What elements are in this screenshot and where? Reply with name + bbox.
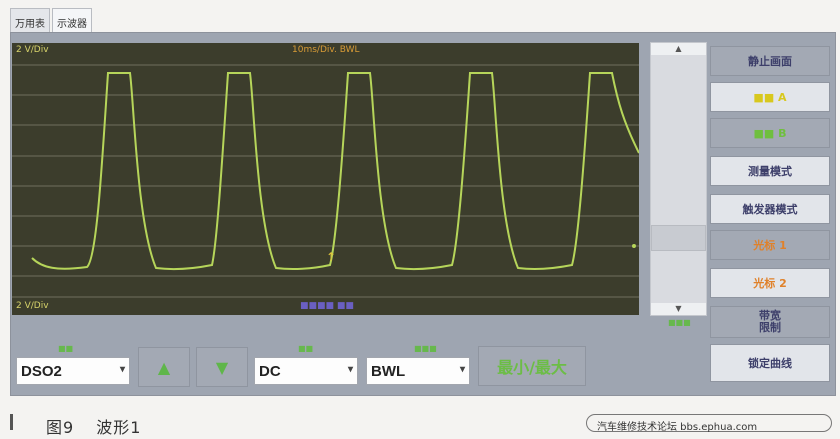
measure-mode-button[interactable]: 测量模式 <box>710 156 830 186</box>
caption-marker <box>10 414 13 430</box>
scale-up-button[interactable]: ▲ <box>138 347 190 387</box>
figure-title: 波形1 <box>96 418 142 437</box>
scale-down-button[interactable]: ▼ <box>196 347 248 387</box>
figure-caption: 图9 波形1 <box>46 414 157 438</box>
channel-select[interactable]: DSO2 ▾ <box>16 357 130 385</box>
bandwidth-select[interactable]: BWL ▾ <box>366 357 470 385</box>
channel-scale-top: 2 V/Div <box>16 45 49 55</box>
min-max-button[interactable]: 最小/最大 <box>478 346 586 386</box>
trigger-mode-button[interactable]: 触发器模式 <box>710 194 830 224</box>
chevron-down-icon: ▾ <box>459 364 465 375</box>
bandwidth-select-value: BWL <box>371 363 406 380</box>
coupling-select-value: DC <box>259 363 281 380</box>
cursor-1-button[interactable]: 光标 1 <box>710 230 830 260</box>
lock-curve-button[interactable]: 锁定曲线 <box>710 344 830 382</box>
channel-select-label: ■■ <box>58 344 74 353</box>
figure-number: 图9 <box>46 418 75 437</box>
timebase-label: 10ms/Div. BWL <box>292 45 360 55</box>
waveform-display: ↑ <box>12 64 639 298</box>
vertical-scrollbar[interactable]: ▲ ▼ <box>650 42 707 316</box>
cursor-2-button[interactable]: 光标 2 <box>710 268 830 298</box>
watermark: 汽车维修技术论坛 bbs.ephua.com <box>586 414 832 433</box>
scroll-thumb[interactable] <box>651 225 706 251</box>
chevron-down-icon: ▾ <box>119 364 125 375</box>
tab-oscilloscope[interactable]: 示波器 <box>52 8 92 33</box>
scroll-caption: ■■■ <box>668 318 691 327</box>
level-marker <box>632 244 636 248</box>
scroll-down-icon[interactable]: ▼ <box>651 303 706 315</box>
channel-select-value: DSO2 <box>21 363 62 380</box>
arrow-down-icon: ▼ <box>215 357 229 377</box>
channel-a-button[interactable]: ■■ A <box>710 82 830 112</box>
chevron-down-icon: ▾ <box>347 364 353 375</box>
oscilloscope-screen: ↑ 2 V/Div 10ms/Div. BWL 2 V/Div ■■■■ ■■ <box>12 43 639 315</box>
tab-multimeter[interactable]: 万用表 <box>10 8 50 33</box>
tab-bar: 万用表 示波器 <box>10 8 94 33</box>
bottom-status-label: ■■■■ ■■ <box>300 301 354 311</box>
scroll-up-icon[interactable]: ▲ <box>651 43 706 55</box>
bandwidth-limit-button[interactable]: 带宽 限制 <box>710 306 830 338</box>
trigger-marker[interactable]: ↑ <box>326 250 336 264</box>
coupling-select-label: ■■ <box>298 344 314 353</box>
channel-b-button[interactable]: ■■ B <box>710 118 830 148</box>
bandwidth-select-label: ■■■ <box>414 344 437 353</box>
coupling-select[interactable]: DC ▾ <box>254 357 358 385</box>
arrow-up-icon: ▲ <box>157 357 171 377</box>
channel-scale-bottom: 2 V/Div <box>16 301 49 311</box>
waveform-trace <box>31 72 639 270</box>
freeze-screen-button[interactable]: 静止画面 <box>710 46 830 76</box>
